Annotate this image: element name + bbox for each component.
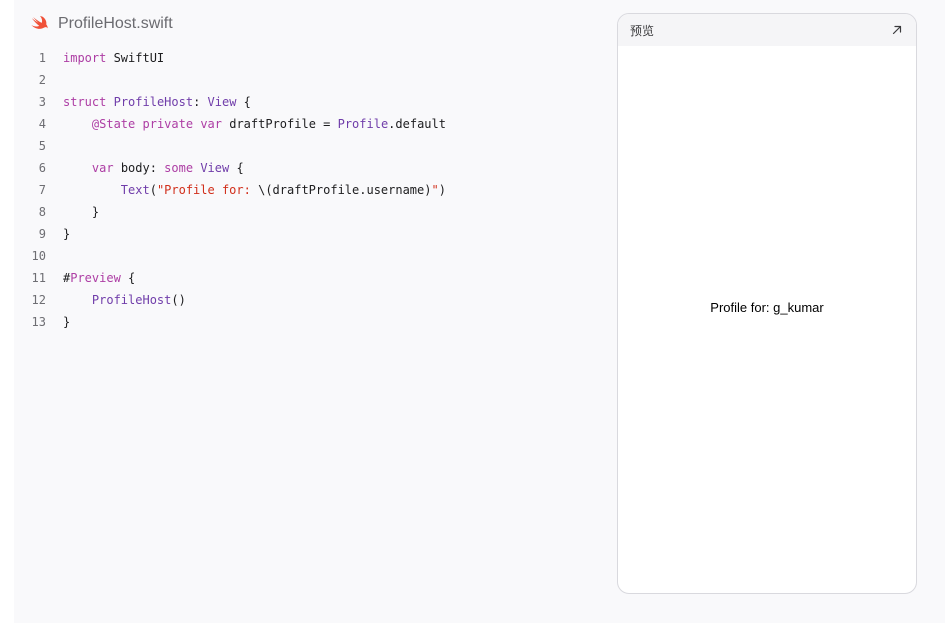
code-token: { <box>120 271 136 285</box>
line-source: } <box>63 311 70 333</box>
preview-header: 预览 <box>618 14 916 46</box>
code-token: " <box>431 183 439 197</box>
line-source: var body: some View { <box>63 157 244 179</box>
code-token: View <box>200 161 230 175</box>
code-line: 3 struct ProfileHost: View { <box>14 91 446 113</box>
file-name: ProfileHost.swift <box>58 15 173 32</box>
code-line: 6 var body: some View { <box>14 157 446 179</box>
code-token: View <box>207 95 237 109</box>
code-token: { <box>229 161 244 175</box>
code-token: draftProfile = <box>222 117 338 131</box>
line-source: #Preview { <box>63 267 135 289</box>
code-line: 12 ProfileHost() <box>14 289 446 311</box>
code-token: } <box>63 205 100 219</box>
preview-rendered-text: Profile for: g_kumar <box>710 300 824 315</box>
code-token: @State <box>91 117 136 131</box>
code-line: 13} <box>14 311 446 333</box>
line-number: 1 <box>38 51 46 65</box>
line-number: 4 <box>38 117 46 131</box>
code-token: Text <box>120 183 150 197</box>
line-number: 8 <box>38 205 46 219</box>
code-token: struct <box>63 95 107 109</box>
code-token: some <box>164 161 194 175</box>
code-token: private <box>142 117 194 131</box>
expand-arrow-icon[interactable] <box>890 23 904 37</box>
swift-logo-icon <box>30 14 50 34</box>
code-token: ProfileHost <box>113 95 194 109</box>
line-source: @State private var draftProfile = Profil… <box>63 113 446 135</box>
code-line: 10 <box>14 245 446 267</box>
code-token: } <box>63 315 71 329</box>
line-number: 3 <box>38 95 46 109</box>
preview-panel: 预览 Profile for: g_kumar <box>617 13 917 594</box>
code-token: SwiftUI <box>106 51 165 65</box>
code-token: : <box>193 95 208 109</box>
code-token: () <box>171 293 186 307</box>
line-number: 5 <box>38 139 46 153</box>
preview-title: 预览 <box>630 23 655 38</box>
code-token: ) <box>438 183 446 197</box>
code-token: ( <box>149 183 157 197</box>
code-token: { <box>236 95 251 109</box>
code-editor[interactable]: 1 import SwiftUI 2 3 struct ProfileHost: Vie… <box>14 47 446 333</box>
line-number: 6 <box>38 161 46 175</box>
code-token: "Profile for: <box>156 183 259 197</box>
line-source: ProfileHost() <box>63 289 186 311</box>
code-line: 8 } <box>14 201 446 223</box>
line-number: 13 <box>31 315 46 329</box>
code-line: 5 <box>14 135 446 157</box>
code-line: 1 import SwiftUI <box>14 47 446 69</box>
code-line: 11 #Preview { <box>14 267 446 289</box>
code-token: var <box>200 117 222 131</box>
code-viewer-page: ProfileHost.swift 1 import SwiftUI 2 3 struc… <box>14 0 945 623</box>
line-number: 2 <box>38 73 46 87</box>
line-number: 7 <box>38 183 46 197</box>
code-token: \(draftProfile.username) <box>258 183 432 197</box>
code-line: 9} <box>14 223 446 245</box>
code-token: .default <box>388 117 446 131</box>
code-line: 7 Text("Profile for: \(draftProfile.user… <box>14 179 446 201</box>
line-source: Text("Profile for: \(draftProfile.userna… <box>63 179 446 201</box>
file-header: ProfileHost.swift <box>30 13 173 35</box>
code-token: ProfileHost <box>91 293 172 307</box>
line-number: 12 <box>31 293 46 307</box>
code-token: import <box>63 51 107 65</box>
line-number: 11 <box>31 271 46 285</box>
line-source: } <box>63 223 70 245</box>
line-source: } <box>63 201 99 223</box>
line-number: 10 <box>31 249 46 263</box>
code-token: Preview <box>70 271 121 285</box>
code-line: 4 @State private var draftProfile = Prof… <box>14 113 446 135</box>
preview-canvas: Profile for: g_kumar <box>618 46 916 593</box>
code-token: } <box>63 227 71 241</box>
code-token: var <box>91 161 114 175</box>
line-source: import SwiftUI <box>63 47 164 69</box>
line-source: struct ProfileHost: View { <box>63 91 251 113</box>
code-token: body: <box>113 161 165 175</box>
line-number: 9 <box>38 227 46 241</box>
code-token: Profile <box>337 117 389 131</box>
code-line: 2 <box>14 69 446 91</box>
